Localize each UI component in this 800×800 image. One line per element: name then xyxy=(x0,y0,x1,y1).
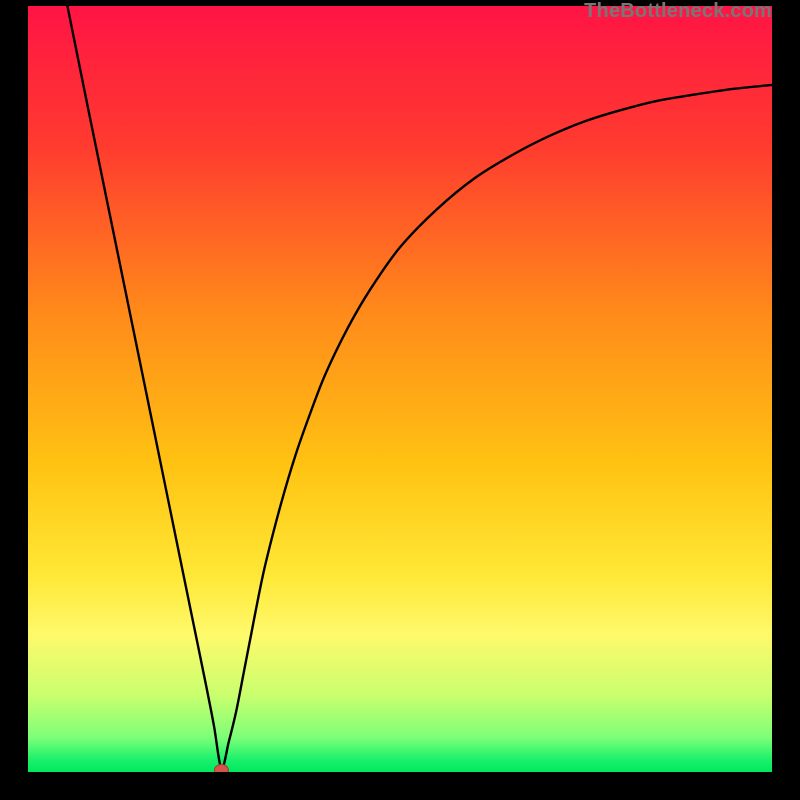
chart-frame xyxy=(28,6,772,772)
chart-svg xyxy=(28,6,772,772)
gradient-background xyxy=(28,6,772,772)
attribution-label: TheBottleneck.com xyxy=(584,0,772,23)
minimum-marker xyxy=(214,765,228,773)
